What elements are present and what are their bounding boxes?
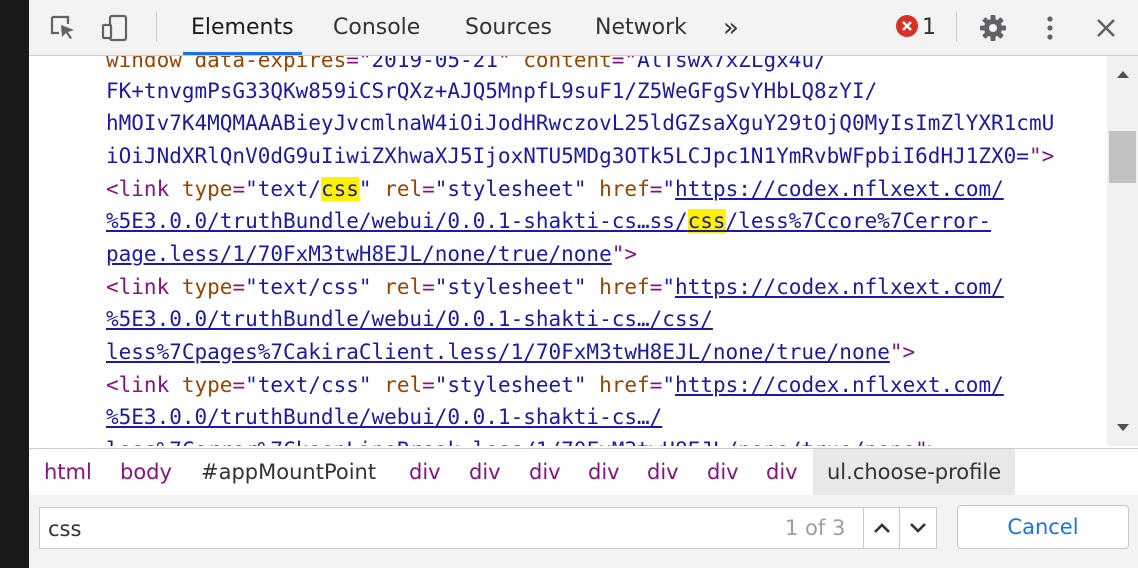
attr-name: href: [586, 373, 650, 397]
attr-name: type: [169, 373, 233, 397]
breadcrumb-div[interactable]: div: [647, 449, 679, 495]
dom-line[interactable]: window data-expires="2019-05-21" content…: [106, 56, 827, 76]
attr-name: href: [586, 177, 650, 201]
error-count[interactable]: 1: [922, 0, 936, 55]
href-link[interactable]: https://codex.nflxext.com/: [675, 373, 1004, 397]
tab-network[interactable]: Network: [595, 0, 687, 55]
scrollbar-thumb[interactable]: [1109, 131, 1136, 183]
tag-open: <link: [106, 373, 170, 397]
devtools-toolbar: Elements Console Sources Network » 1: [29, 0, 1138, 56]
attr-value: 2019-05-21: [371, 56, 498, 72]
breadcrumb-div[interactable]: div: [469, 449, 501, 495]
search-highlight: css: [320, 177, 359, 201]
breadcrumb-div[interactable]: div: [588, 449, 620, 495]
match-count: 1 of 3: [785, 516, 846, 540]
elements-dom-tree[interactable]: window data-expires="2019-05-21" content…: [29, 56, 1107, 446]
tag-end: ">: [915, 438, 940, 446]
search-box: 1 of 3: [39, 507, 937, 550]
scroll-up-arrow-icon[interactable]: [1107, 62, 1138, 86]
attr-value: iOiJNdXRlQnV0dG9uIiwiZXhwaXJ5IjoxNTU5MDg…: [106, 144, 1029, 168]
kebab-menu-icon[interactable]: [1032, 10, 1068, 46]
attr-value: "text/css": [245, 373, 372, 397]
next-match-button[interactable]: [899, 508, 936, 548]
cancel-button[interactable]: Cancel: [957, 505, 1129, 549]
dom-line[interactable]: <link type="text/css" rel="stylesheet" h…: [106, 271, 1004, 303]
attr-value: AlTswX7xZLgx4u/: [637, 56, 827, 72]
tab-elements[interactable]: Elements: [183, 0, 302, 55]
tag-open: <link: [106, 275, 170, 299]
inspect-element-icon[interactable]: [45, 10, 81, 46]
settings-gear-icon[interactable]: [975, 10, 1011, 46]
breadcrumb-div[interactable]: div: [707, 449, 739, 495]
previous-match-button[interactable]: [863, 508, 900, 548]
left-window-edge: [0, 0, 29, 568]
toolbar-divider: [956, 12, 957, 42]
breadcrumb-div[interactable]: div: [529, 449, 561, 495]
attr-name: data-expires: [181, 56, 347, 72]
tab-sources[interactable]: Sources: [465, 0, 552, 55]
attr-value: "stylesheet": [434, 177, 587, 201]
breadcrumb-ul-choose-profile[interactable]: ul.choose-profile: [813, 449, 1016, 495]
attr-value: hMOIv7K4MQMAAABieyJvcmlnaW4iOiJodHRwczov…: [106, 111, 1055, 135]
tag-end: ">: [1028, 144, 1055, 168]
vertical-scrollbar[interactable]: [1107, 56, 1138, 446]
attr-value: ": [358, 177, 372, 201]
dom-line[interactable]: less%7Cerror%7CkeepLineBreak.less/1/70Fx…: [106, 434, 940, 446]
search-highlight[interactable]: css: [687, 209, 726, 233]
breadcrumb-body[interactable]: body: [120, 449, 172, 495]
attr-value: "stylesheet": [434, 275, 587, 299]
breadcrumb-div[interactable]: div: [409, 449, 441, 495]
dom-line[interactable]: %5E3.0.0/truthBundle/webui/0.0.1-shakti-…: [106, 205, 991, 237]
scroll-down-arrow-icon[interactable]: [1107, 416, 1138, 440]
href-link[interactable]: %5E3.0.0/truthBundle/webui/0.0.1-shakti-…: [106, 209, 688, 233]
device-toolbar-icon[interactable]: [97, 10, 133, 46]
href-link[interactable]: https://codex.nflxext.com/: [675, 275, 1004, 299]
breadcrumb-div[interactable]: div: [766, 449, 798, 495]
href-link[interactable]: /less%7Ccore%7Cerror-: [726, 209, 992, 233]
dom-line[interactable]: less%7Cpages%7CakiraClient.less/1/70FxM3…: [106, 336, 915, 368]
href-link[interactable]: less%7Cpages%7CakiraClient.less/1/70FxM3…: [106, 340, 890, 364]
href-link[interactable]: less%7Cerror%7CkeepLineBreak.less/1/70Fx…: [106, 438, 915, 446]
breadcrumb: html body #appMountPoint div div div div…: [29, 448, 1138, 496]
dom-line[interactable]: iOiJNdXRlQnV0dG9uIiwiZXhwaXJ5IjoxNTU5MDg…: [106, 140, 1054, 172]
dom-line[interactable]: <link type="text/css" rel="stylesheet" h…: [106, 173, 1004, 205]
tab-console[interactable]: Console: [333, 0, 420, 55]
attr-name: href: [586, 275, 650, 299]
href-link[interactable]: page.less/1/70FxM3twH8EJL/none/true/none: [106, 242, 612, 266]
breadcrumb-app-mount-point[interactable]: #appMountPoint: [201, 449, 376, 495]
tag-end: ">: [611, 242, 638, 266]
attr-name: rel: [371, 177, 423, 201]
tag-open: <link: [106, 177, 170, 201]
attr-value: "text/css": [245, 275, 372, 299]
href-link[interactable]: %5E3.0.0/truthBundle/webui/0.0.1-shakti-…: [106, 307, 713, 331]
dom-line[interactable]: <link type="text/css" rel="stylesheet" h…: [106, 369, 1004, 401]
error-icon[interactable]: [896, 15, 918, 37]
attr-name: rel: [371, 275, 423, 299]
dom-line[interactable]: page.less/1/70FxM3twH8EJL/none/true/none…: [106, 238, 637, 270]
search-bar: 1 of 3 Cancel: [29, 495, 1138, 568]
attr-name: rel: [371, 373, 423, 397]
dom-line[interactable]: hMOIv7K4MQMAAABieyJvcmlnaW4iOiJodHRwczov…: [106, 107, 1054, 139]
breadcrumb-html[interactable]: html: [44, 449, 92, 495]
toolbar-divider: [156, 12, 157, 42]
close-icon[interactable]: [1088, 10, 1124, 46]
dom-line[interactable]: %5E3.0.0/truthBundle/webui/0.0.1-shakti-…: [106, 401, 662, 433]
devtools-panel: Elements Console Sources Network » 1 win…: [29, 0, 1138, 568]
attr-value: FK+tnvgmPsG33QKw859iCSrQXz+AJQ5MnpfL9suF…: [106, 79, 878, 103]
tag-end: ">: [889, 340, 916, 364]
href-link[interactable]: %5E3.0.0/truthBundle/webui/0.0.1-shakti-…: [106, 405, 662, 429]
search-input[interactable]: [46, 508, 750, 550]
attr-name: type: [169, 177, 233, 201]
attr-name: content: [510, 56, 612, 72]
attr-name: type: [169, 275, 233, 299]
attr-value: "text/: [245, 177, 321, 201]
href-link[interactable]: https://codex.nflxext.com/: [675, 177, 1004, 201]
chevron-down-icon: [910, 523, 926, 533]
attr-value: "stylesheet": [434, 373, 587, 397]
chevron-up-icon: [874, 523, 890, 533]
attr-name: window: [106, 56, 182, 72]
dom-line[interactable]: %5E3.0.0/truthBundle/webui/0.0.1-shakti-…: [106, 303, 713, 335]
more-tabs-icon[interactable]: »: [723, 0, 739, 55]
dom-line[interactable]: FK+tnvgmPsG33QKw859iCSrQXz+AJQ5MnpfL9suF…: [106, 75, 877, 107]
